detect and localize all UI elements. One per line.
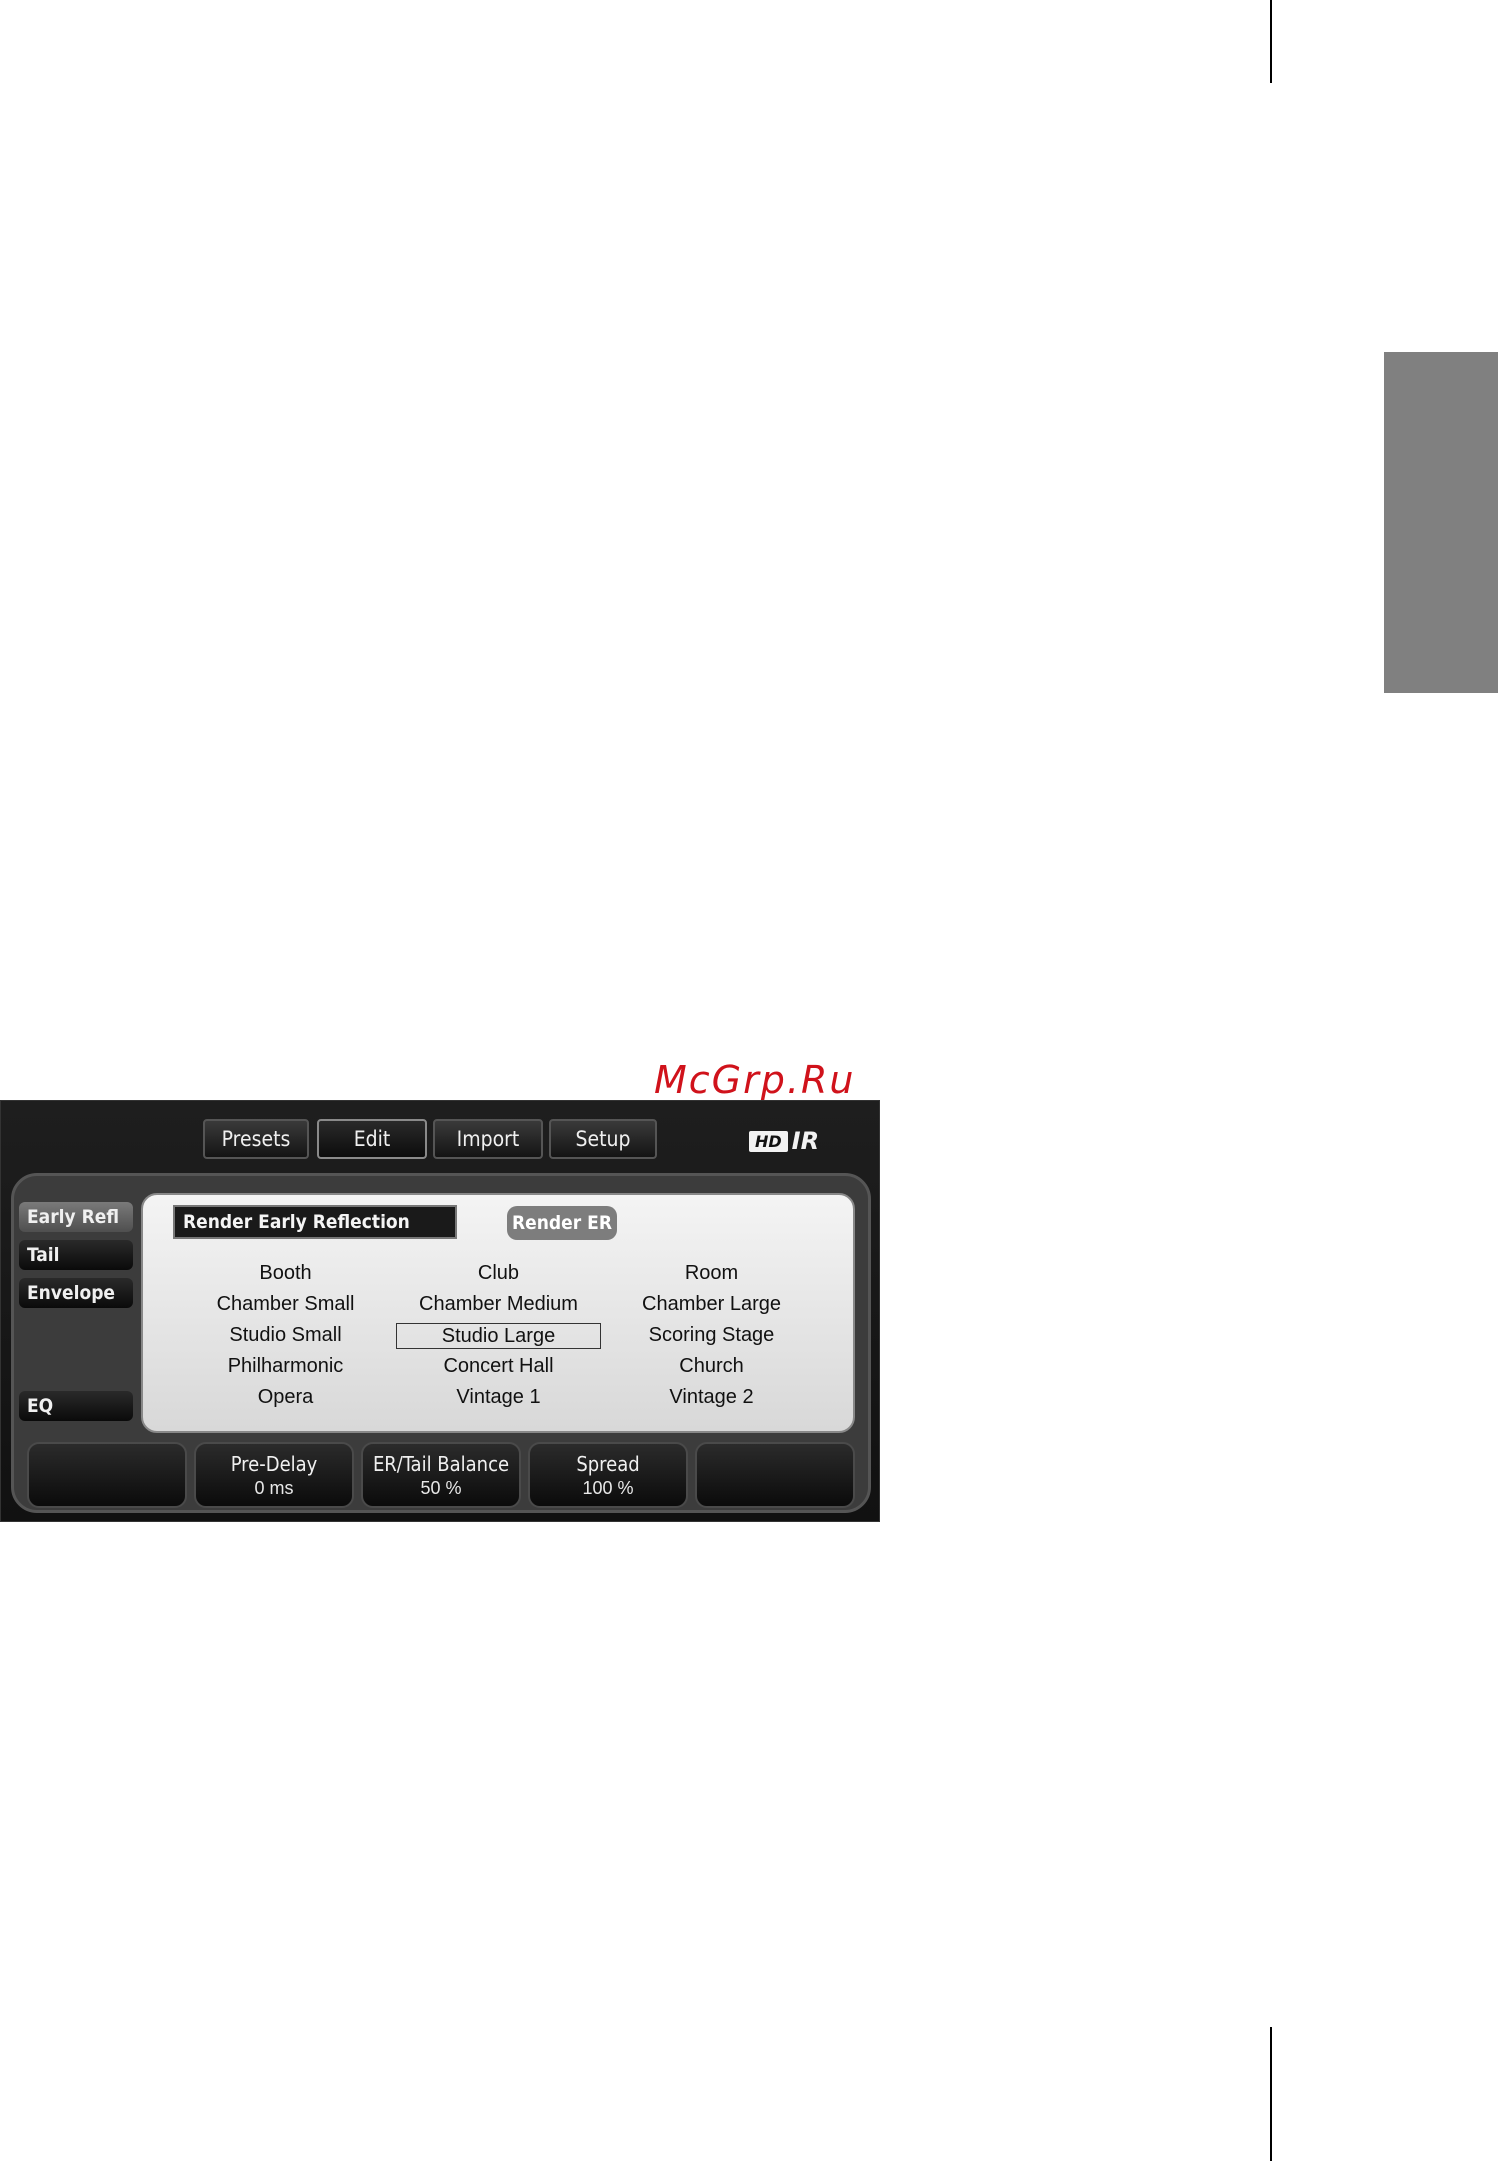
logo-hd: HD bbox=[749, 1130, 788, 1152]
control-slot-5[interactable] bbox=[695, 1442, 855, 1508]
room-option-chamber-large[interactable]: Chamber Large bbox=[636, 1292, 787, 1318]
render-title: Render Early Reflection bbox=[173, 1205, 457, 1239]
watermark: McGrp.Ru bbox=[654, 1058, 856, 1102]
sidebar-item-early-refl[interactable]: Early Refl bbox=[19, 1202, 133, 1232]
render-er-button[interactable]: Render ER bbox=[507, 1206, 617, 1240]
room-option-chamber-small[interactable]: Chamber Small bbox=[211, 1292, 361, 1318]
room-option-church[interactable]: Church bbox=[673, 1354, 749, 1380]
logo-ir: IR bbox=[791, 1127, 820, 1155]
sidebar-item-tail[interactable]: Tail bbox=[19, 1240, 133, 1270]
edit-button[interactable]: Edit bbox=[317, 1119, 427, 1159]
presets-button[interactable]: Presets bbox=[203, 1119, 309, 1159]
section-tab bbox=[1384, 352, 1498, 693]
spread-control[interactable]: Spread 100 % bbox=[528, 1442, 688, 1508]
room-option-vintage-1[interactable]: Vintage 1 bbox=[450, 1385, 546, 1411]
room-option-studio-large[interactable]: Studio Large bbox=[396, 1323, 601, 1349]
room-option-concert-hall[interactable]: Concert Hall bbox=[437, 1354, 559, 1380]
room-option-scoring-stage[interactable]: Scoring Stage bbox=[643, 1323, 781, 1349]
pre-delay-value: 0 ms bbox=[254, 1477, 294, 1498]
crop-mark-top bbox=[1270, 0, 1272, 83]
er-tail-balance-value: 50 % bbox=[420, 1477, 462, 1498]
spread-value: 100 % bbox=[582, 1477, 634, 1498]
room-option-club[interactable]: Club bbox=[472, 1261, 525, 1287]
room-option-vintage-2[interactable]: Vintage 2 bbox=[663, 1385, 759, 1411]
sidebar-item-eq[interactable]: EQ bbox=[19, 1391, 133, 1421]
room-option-studio-small[interactable]: Studio Small bbox=[223, 1323, 347, 1349]
setup-button[interactable]: Setup bbox=[549, 1119, 657, 1159]
spread-label: Spread bbox=[576, 1451, 640, 1476]
hd-ir-logo: HD IR bbox=[749, 1127, 820, 1155]
import-button[interactable]: Import bbox=[433, 1119, 543, 1159]
control-slot-1[interactable] bbox=[27, 1442, 187, 1508]
room-option-chamber-medium[interactable]: Chamber Medium bbox=[413, 1292, 584, 1318]
pre-delay-label: Pre-Delay bbox=[230, 1451, 318, 1476]
pre-delay-control[interactable]: Pre-Delay 0 ms bbox=[194, 1442, 354, 1508]
room-option-philharmonic[interactable]: Philharmonic bbox=[222, 1354, 350, 1380]
sidebar-item-envelope[interactable]: Envelope bbox=[19, 1278, 133, 1308]
room-option-room[interactable]: Room bbox=[679, 1261, 744, 1287]
room-type-grid: Booth Club Room Chamber Small Chamber Me… bbox=[179, 1261, 819, 1416]
room-option-opera[interactable]: Opera bbox=[252, 1385, 320, 1411]
crop-mark-bottom bbox=[1270, 2027, 1272, 2161]
hd-ir-plugin-window: Presets Edit Import Setup HD IR Early Re… bbox=[0, 1100, 880, 1522]
room-option-booth[interactable]: Booth bbox=[253, 1261, 317, 1287]
er-tail-balance-label: ER/Tail Balance bbox=[372, 1451, 510, 1476]
early-reflection-panel: Render Early Reflection Render ER Booth … bbox=[141, 1193, 855, 1433]
er-tail-balance-control[interactable]: ER/Tail Balance 50 % bbox=[361, 1442, 521, 1508]
